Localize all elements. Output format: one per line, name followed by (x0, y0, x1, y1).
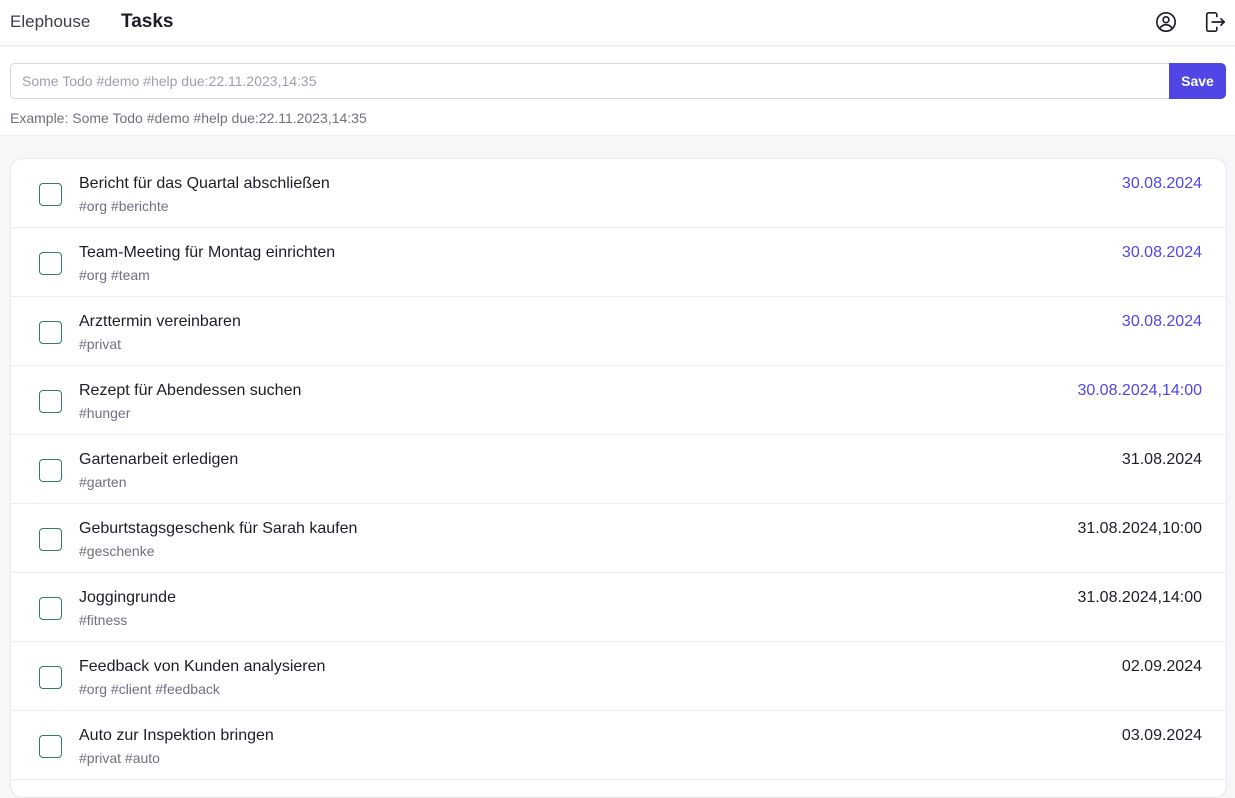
task-checkbox[interactable] (39, 459, 62, 482)
task-tags: #privat #auto (79, 750, 160, 766)
task-due-date: 30.08.2024 (1121, 244, 1202, 261)
new-task-form: Save Example: Some Todo #demo #help due:… (0, 47, 1235, 136)
task-tags: #geschenke (79, 543, 155, 559)
task-due-date: 30.08.2024 (1121, 313, 1202, 330)
new-task-input[interactable] (10, 63, 1170, 99)
logout-icon[interactable] (1203, 9, 1227, 35)
task-checkbox[interactable] (39, 666, 62, 689)
task-checkbox[interactable] (39, 528, 62, 551)
task-title[interactable]: Team-Meeting für Montag einrichten (79, 244, 335, 262)
task-title[interactable]: Arzttermin vereinbaren (79, 313, 241, 331)
task-tags: #garten (79, 474, 127, 490)
brand-link[interactable]: Elephouse (10, 12, 90, 32)
task-title[interactable]: Auto zur Inspektion bringen (79, 727, 274, 745)
task-title[interactable]: Rezept für Abendessen suchen (79, 382, 301, 400)
task-tags: #org #client #feedback (79, 681, 220, 697)
task-title[interactable]: Gartenarbeit erledigen (79, 451, 238, 469)
example-hint: Example: Some Todo #demo #help due:22.11… (10, 110, 367, 126)
task-list: Bericht für das Quartal abschließen #org… (10, 158, 1227, 798)
task-checkbox[interactable] (39, 597, 62, 620)
task-row: Auto zur Inspektion bringen #privat #aut… (11, 711, 1226, 780)
top-bar: Elephouse Tasks (0, 0, 1235, 46)
task-tags: #org #team (79, 267, 150, 283)
task-title[interactable]: Bericht für das Quartal abschließen (79, 175, 330, 193)
task-row: Team-Meeting für Montag einrichten #org … (11, 228, 1226, 297)
task-due-date: 31.08.2024,10:00 (1077, 520, 1202, 537)
task-row: Geburtstagsgeschenk für Sarah kaufen #ge… (11, 504, 1226, 573)
task-due-date: 02.09.2024 (1121, 658, 1202, 675)
task-due-date: 31.08.2024 (1121, 451, 1202, 468)
task-tags: #org #berichte (79, 198, 169, 214)
task-checkbox[interactable] (39, 183, 62, 206)
task-title[interactable]: Joggingrunde (79, 589, 176, 607)
task-checkbox[interactable] (39, 321, 62, 344)
task-checkbox[interactable] (39, 390, 62, 413)
user-circle-icon[interactable] (1154, 9, 1178, 35)
task-tags: #privat (79, 336, 122, 352)
task-due-date: 03.09.2024 (1121, 727, 1202, 744)
task-due-date: 30.08.2024,14:00 (1077, 382, 1202, 399)
task-checkbox[interactable] (39, 252, 62, 275)
task-row: Feedback von Kunden analysieren #org #cl… (11, 642, 1226, 711)
task-checkbox[interactable] (39, 735, 62, 758)
task-tags: #hunger (79, 405, 131, 421)
task-row: Arzttermin vereinbaren #privat 30.08.202… (11, 297, 1226, 366)
task-row: Joggingrunde #fitness 31.08.2024,14:00 (11, 573, 1226, 642)
task-due-date: 31.08.2024,14:00 (1077, 589, 1202, 606)
task-due-date: 30.08.2024 (1121, 175, 1202, 192)
task-title[interactable]: Geburtstagsgeschenk für Sarah kaufen (79, 520, 357, 538)
task-row: Gartenarbeit erledigen #garten 31.08.202… (11, 435, 1226, 504)
task-tags: #fitness (79, 612, 128, 628)
task-row: Rezept für Abendessen suchen #hunger 30.… (11, 366, 1226, 435)
task-title[interactable]: Feedback von Kunden analysieren (79, 658, 325, 676)
save-button[interactable]: Save (1169, 63, 1226, 99)
page-title: Tasks (121, 11, 174, 32)
task-row: Bericht für das Quartal abschließen #org… (11, 159, 1226, 228)
